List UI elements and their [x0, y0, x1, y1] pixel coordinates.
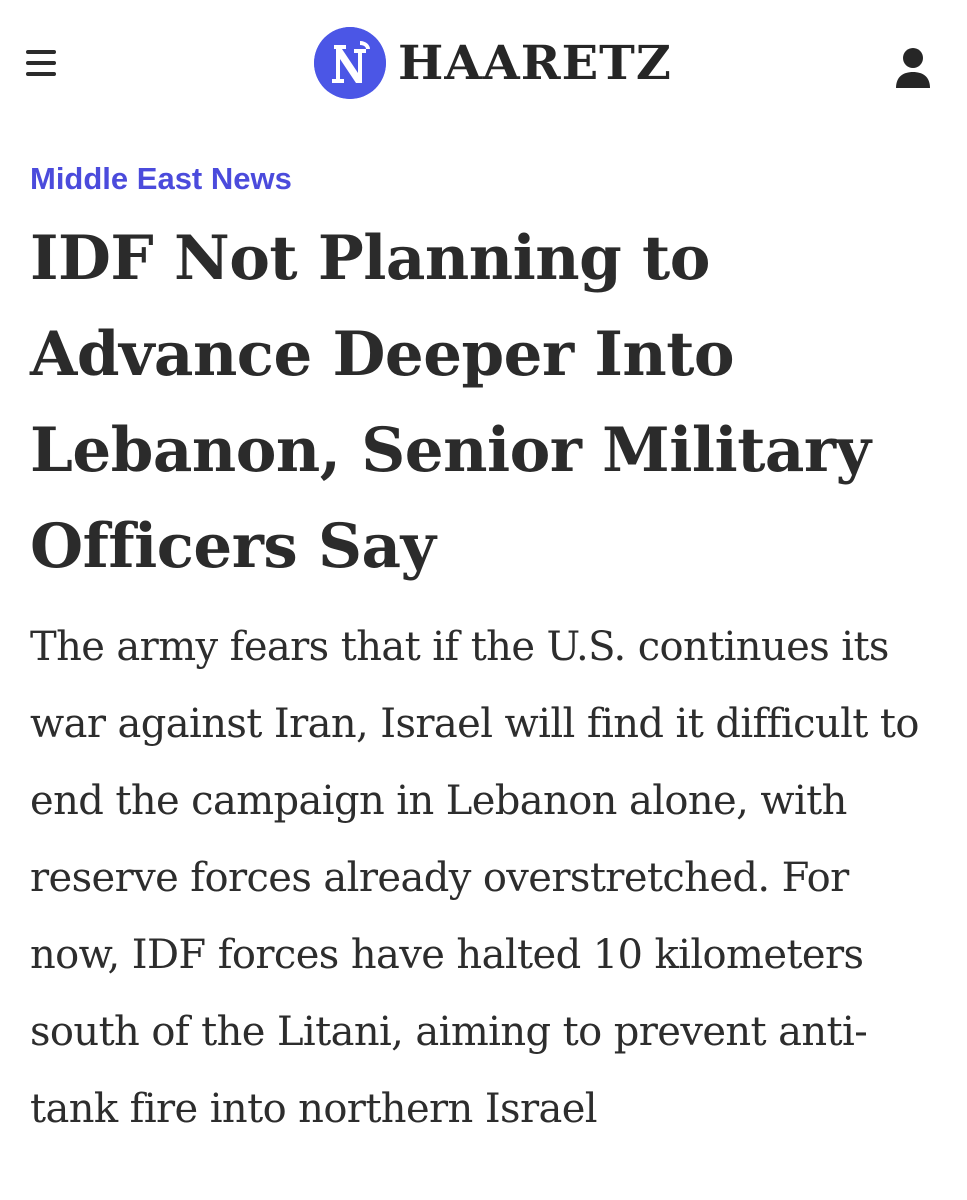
- hamburger-menu-icon[interactable]: [26, 50, 56, 76]
- section-link[interactable]: Middle East News: [30, 160, 292, 197]
- brand-wordmark: HAARETZ: [398, 35, 672, 91]
- menu-line: [26, 72, 56, 76]
- user-account-icon[interactable]: [893, 46, 933, 90]
- article-subheadline: The army fears that if the U.S. continue…: [30, 624, 919, 1133]
- article: Middle East News IDF Not Planning to Adv…: [30, 160, 945, 1148]
- menu-line: [26, 61, 56, 65]
- site-logo-link[interactable]: HAARETZ: [314, 26, 671, 100]
- user-silhouette-icon: [896, 48, 930, 88]
- menu-line: [26, 50, 56, 54]
- article-headline: IDF Not Planning to Advance Deeper Into …: [30, 223, 871, 583]
- site-header: HAARETZ: [0, 0, 967, 130]
- haaretz-logo-mark-icon: [314, 27, 386, 99]
